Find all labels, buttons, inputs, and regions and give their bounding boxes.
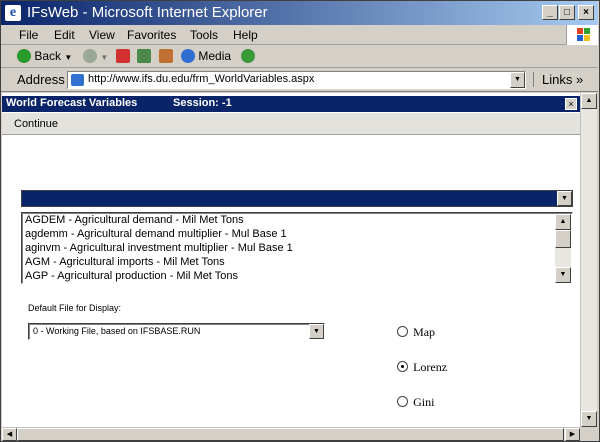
title-bar[interactable]: e IFsWeb - Microsoft Internet Explorer _… [1,1,598,25]
back-dropdown-icon: ▼ [64,53,73,62]
address-label: Address [17,72,65,87]
standard-toolbar: Back ▼ ▼ Media [1,46,598,68]
menu-file[interactable]: File [19,28,38,42]
page-scroll-left-button[interactable]: ◀ [2,428,17,441]
menu-view[interactable]: View [89,28,115,42]
scroll-up-button[interactable]: ▲ [555,214,571,230]
history-icon [241,49,255,63]
radio-lorenz[interactable]: Lorenz [397,360,447,376]
radio-label: Lorenz [413,360,448,374]
list-item[interactable]: aginvm - Agricultural investment multipl… [25,242,293,254]
stop-button[interactable] [116,49,130,65]
page-scroll-down-button[interactable]: ▼ [581,411,597,427]
maximize-button[interactable]: □ [559,5,575,20]
page-scroll-right-button[interactable]: ▶ [565,428,580,441]
default-file-label: Default File for Display: [28,303,122,313]
default-file-select[interactable]: 0 - Working File, based on IFSBASE.RUN ▼ [28,323,325,340]
stop-icon [116,49,130,63]
list-item[interactable]: agdemm - Agricultural demand multiplier … [25,228,287,240]
window-title: IFsWeb - Microsoft Internet Explorer [27,4,268,21]
history-button[interactable] [241,49,255,65]
menu-tools[interactable]: Tools [190,28,218,42]
app-header: World Forecast Variables Session: -1 × [2,96,580,112]
radio-map[interactable]: Map [397,325,435,341]
variable-select-dropdown-button[interactable]: ▼ [557,191,572,206]
forward-dropdown-icon: ▼ [100,53,109,62]
radio-gini[interactable]: Gini [397,395,434,411]
windows-logo-icon [566,25,598,45]
radio-label: Gini [413,395,435,409]
forward-button[interactable]: ▼ [83,49,108,65]
page-scroll-up-button[interactable]: ▲ [581,93,597,109]
session-label: Session: -1 [173,97,232,109]
media-button[interactable]: Media [181,49,231,65]
command-bar: Continue [2,113,580,135]
list-item[interactable]: AGM - Agricultural imports - Mil Met Ton… [25,256,225,268]
page-title: World Forecast Variables [6,97,138,109]
radio-circle[interactable] [397,396,408,407]
address-dropdown-button[interactable]: ▼ [510,72,525,88]
radio-circle[interactable] [397,361,408,372]
links-button[interactable]: Links » [533,72,583,87]
media-label: Media [198,49,232,63]
minimize-button[interactable]: _ [542,5,558,20]
links-label: Links [542,72,573,87]
home-button[interactable] [159,49,173,65]
refresh-icon [137,49,151,63]
default-file-dropdown-button[interactable]: ▼ [309,324,324,339]
home-icon [159,49,173,63]
radio-circle[interactable] [397,326,408,337]
list-item[interactable]: AGP - Agricultural production - Mil Met … [25,270,238,282]
default-file-value: 0 - Working File, based on IFSBASE.RUN [33,326,201,336]
variable-listbox[interactable]: AGDEM - Agricultural demand - Mil Met To… [21,212,573,284]
menu-help[interactable]: Help [233,28,258,42]
radio-label: Map [413,325,436,339]
menu-bar: File Edit View Favorites Tools Help [1,25,598,45]
continue-button[interactable]: Continue [14,118,58,130]
page-vertical-scrollbar[interactable]: ▲ ▼ [580,93,597,427]
back-label: Back [34,49,62,63]
page-horizontal-scrollbar[interactable]: ◀ ▶ [2,427,580,441]
scroll-down-button[interactable]: ▼ [555,267,571,283]
page-content: World Forecast Variables Session: -1 × C… [2,93,580,427]
back-button[interactable]: Back ▼ [17,49,72,65]
app-close-button[interactable]: × [565,98,577,110]
forward-arrow-icon [83,49,97,63]
address-input[interactable]: http://www.ifs.du.edu/frm_WorldVariables… [67,71,526,89]
address-bar: Address http://www.ifs.du.edu/frm_WorldV… [1,68,598,92]
ie-icon: e [5,5,21,21]
variable-select[interactable]: ▼ [21,190,573,207]
links-chevron-icon: » [575,72,584,87]
menu-edit[interactable]: Edit [54,28,75,42]
listbox-scrollbar[interactable]: ▲ ▼ [555,214,571,283]
back-arrow-icon [17,49,31,63]
menu-favorites[interactable]: Favorites [127,28,176,42]
close-button[interactable]: × [578,5,594,20]
address-url: http://www.ifs.du.edu/frm_WorldVariables… [88,73,315,85]
scroll-thumb[interactable] [555,230,571,248]
list-item[interactable]: AGDEM - Agricultural demand - Mil Met To… [25,214,244,226]
page-icon [71,74,84,86]
refresh-button[interactable] [137,49,151,65]
page-horizontal-thumb[interactable] [17,428,564,441]
radio-selected-dot [401,365,404,368]
media-icon [181,49,195,63]
